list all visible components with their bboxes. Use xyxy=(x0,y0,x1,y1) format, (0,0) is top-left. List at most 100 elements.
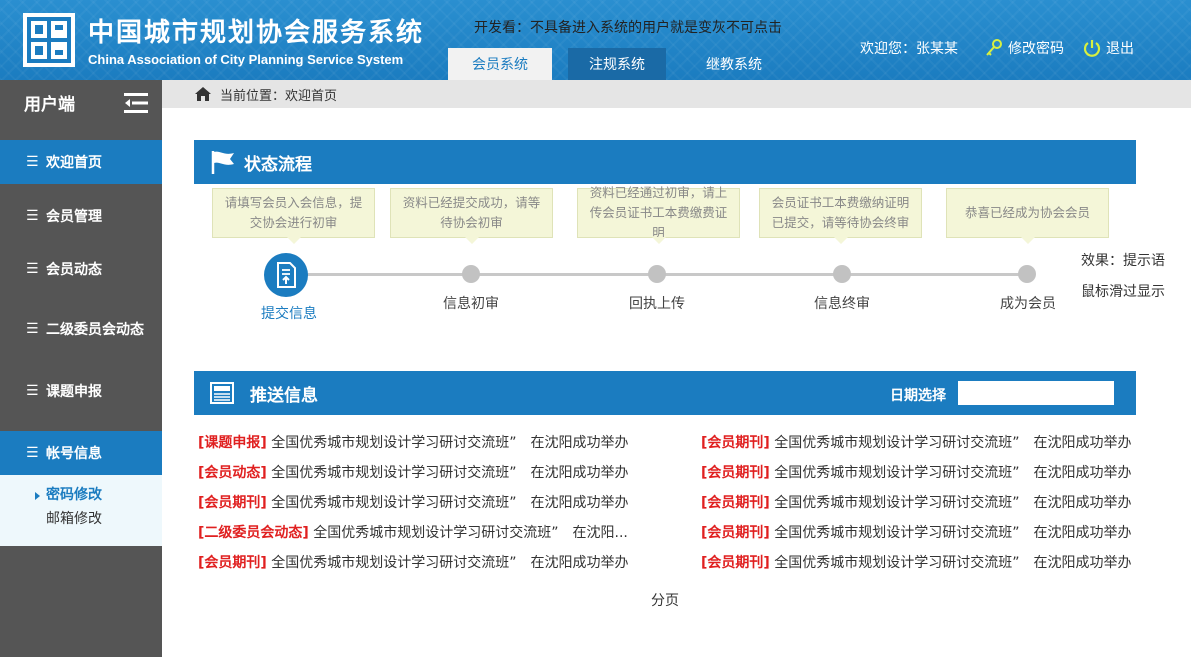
news-tag: [课题申报] xyxy=(198,435,267,451)
step-upload-node[interactable] xyxy=(648,265,666,283)
logout-link[interactable]: 退出 xyxy=(1082,38,1134,58)
change-password-label: 修改密码 xyxy=(1008,41,1064,57)
sidebar-item-label: 欢迎首页 xyxy=(46,155,102,171)
sidebar: 用户端 ☰ 欢迎首页 ☰ 会员管理 ☰ 会员动态 ☰ 二级委员会动态 ☰ 课题申… xyxy=(0,80,162,657)
list-icon: ☰ xyxy=(26,321,39,337)
news-title: 全国优秀城市规划设计学习研讨交流班” 在沈阳成功举办 xyxy=(774,465,1132,481)
news-item[interactable]: [会员期刊] 全国优秀城市规划设计学习研讨交流班” 在沈阳成功举办 xyxy=(198,493,629,523)
news-item[interactable]: [会员期刊] 全国优秀城市规划设计学习研讨交流班” 在沈阳成功举办 xyxy=(198,553,629,583)
list-icon: ☰ xyxy=(26,261,39,277)
news-list-right: [会员期刊] 全国优秀城市规划设计学习研讨交流班” 在沈阳成功举办 [会员期刊]… xyxy=(701,433,1132,583)
step-label: 提交信息 xyxy=(261,306,317,322)
news-title: 全国优秀城市规划设计学习研讨交流班” 在沈阳成功举办 xyxy=(774,435,1132,451)
key-icon xyxy=(986,39,1002,56)
sidebar-item-label: 课题申报 xyxy=(46,384,102,400)
news-tag: [会员期刊] xyxy=(701,525,770,541)
news-tag: [二级委员会动态] xyxy=(198,525,309,541)
step-tooltip: 会员证书工本费缴纳证明已提交，请等待协会终审 xyxy=(759,188,922,244)
news-tag: [会员期刊] xyxy=(701,435,770,451)
account-submenu: 密码修改 邮箱修改 xyxy=(0,475,162,546)
news-tag: [会员期刊] xyxy=(701,555,770,571)
step-member-node[interactable] xyxy=(1018,265,1036,283)
list-icon: ☰ xyxy=(26,154,39,170)
news-title: 全国优秀城市规划设计学习研讨交流班” 在沈阳成功举办 xyxy=(774,525,1132,541)
submenu-item-password[interactable]: 密码修改 xyxy=(46,484,102,504)
step-final-review-node[interactable] xyxy=(833,265,851,283)
news-tag: [会员期刊] xyxy=(701,495,770,511)
step-tooltip: 资料已经通过初审，请上传会员证书工本费缴费证明 xyxy=(577,185,740,244)
app-header: 中国城市规划协会服务系统 China Association of City P… xyxy=(0,0,1191,80)
sidebar-item-label: 会员动态 xyxy=(46,262,102,278)
welcome-text: 欢迎您：张某某 xyxy=(860,41,958,57)
breadcrumb: 当前位置：欢迎首页 xyxy=(162,80,1191,108)
news-tag: [会员动态] xyxy=(198,465,267,481)
power-icon xyxy=(1083,40,1101,57)
sidebar-item-label: 帐号信息 xyxy=(46,446,102,462)
news-tag: [会员期刊] xyxy=(198,495,267,511)
news-title: 全国优秀城市规划设计学习研讨交流班” 在沈阳... xyxy=(313,525,628,541)
status-panel-header: 状态流程 xyxy=(194,140,1136,184)
status-panel-title: 状态流程 xyxy=(244,154,312,175)
breadcrumb-text: 当前位置：欢迎首页 xyxy=(220,88,338,104)
news-item[interactable]: [会员期刊] 全国优秀城市规划设计学习研讨交流班” 在沈阳成功举办 xyxy=(701,553,1132,583)
developer-note: 开发看：不具备进入系统的用户就是变灰不可点击 xyxy=(474,20,782,36)
sidebar-item-account-info[interactable]: ☰ 帐号信息 xyxy=(0,431,162,475)
flag-icon xyxy=(211,151,234,174)
sidebar-item-project-apply[interactable]: ☰ 课题申报 xyxy=(0,369,162,413)
sidebar-item-label: 二级委员会动态 xyxy=(46,322,144,338)
effect-note: 效果：提示语 xyxy=(1081,253,1165,269)
news-list-left: [课题申报] 全国优秀城市规划设计学习研讨交流班” 在沈阳成功举办 [会员动态]… xyxy=(198,433,629,583)
step-tooltip: 资料已经提交成功，请等待协会初审 xyxy=(390,188,553,244)
logout-label: 退出 xyxy=(1106,41,1134,57)
list-icon: ☰ xyxy=(26,445,39,461)
sidebar-item-committee-news[interactable]: ☰ 二级委员会动态 xyxy=(0,307,162,351)
news-item[interactable]: [会员动态] 全国优秀城市规划设计学习研讨交流班” 在沈阳成功举办 xyxy=(198,463,629,493)
step-submit-node[interactable] xyxy=(264,253,308,297)
sidebar-header: 用户端 xyxy=(0,80,162,125)
home-icon[interactable] xyxy=(194,86,212,102)
brand-title-cn: 中国城市规划协会服务系统 xyxy=(88,18,425,48)
pagination[interactable]: 分页 xyxy=(651,590,679,610)
step-tooltip: 请填写会员入会信息，提交协会进行初审 xyxy=(212,188,375,244)
news-item[interactable]: [会员期刊] 全国优秀城市规划设计学习研讨交流班” 在沈阳成功举办 xyxy=(701,463,1132,493)
step-label: 信息终审 xyxy=(814,296,870,312)
submenu-item-email[interactable]: 邮箱修改 xyxy=(46,508,102,528)
change-password-link[interactable]: 修改密码 xyxy=(984,38,1064,58)
push-panel-title: 推送信息 xyxy=(250,385,318,406)
news-title: 全国优秀城市规划设计学习研讨交流班” 在沈阳成功举办 xyxy=(774,555,1132,571)
newspaper-icon xyxy=(210,382,234,404)
triangle-right-icon xyxy=(35,492,40,500)
list-icon: ☰ xyxy=(26,208,39,224)
news-title: 全国优秀城市规划设计学习研讨交流班” 在沈阳成功举办 xyxy=(271,495,629,511)
document-upload-icon xyxy=(277,262,296,288)
news-item[interactable]: [会员期刊] 全国优秀城市规划设计学习研讨交流班” 在沈阳成功举办 xyxy=(701,433,1132,463)
tab-education-system[interactable]: 继教系统 xyxy=(682,48,786,80)
date-picker-label: 日期选择 xyxy=(890,388,946,404)
user-area: 欢迎您：张某某 修改密码 退出 xyxy=(860,38,1152,58)
step-tooltip: 恭喜已经成为协会会员 xyxy=(946,188,1109,244)
news-item[interactable]: [课题申报] 全国优秀城市规划设计学习研讨交流班” 在沈阳成功举办 xyxy=(198,433,629,463)
news-title: 全国优秀城市规划设计学习研讨交流班” 在沈阳成功举办 xyxy=(774,495,1132,511)
news-tag: [会员期刊] xyxy=(701,465,770,481)
sidebar-item-member-management[interactable]: ☰ 会员管理 xyxy=(0,194,162,238)
sidebar-title: 用户端 xyxy=(24,95,75,115)
news-item[interactable]: [会员期刊] 全国优秀城市规划设计学习研讨交流班” 在沈阳成功举办 xyxy=(701,493,1132,523)
sidebar-item-member-news[interactable]: ☰ 会员动态 xyxy=(0,247,162,291)
list-icon: ☰ xyxy=(26,383,39,399)
news-item[interactable]: [二级委员会动态] 全国优秀城市规划设计学习研讨交流班” 在沈阳... xyxy=(198,523,629,553)
tab-registration-system[interactable]: 注规系统 xyxy=(568,48,666,80)
news-title: 全国优秀城市规划设计学习研讨交流班” 在沈阳成功举办 xyxy=(271,435,629,451)
step-label: 成为会员 xyxy=(1000,296,1056,312)
logo-icon xyxy=(23,13,75,67)
news-item[interactable]: [会员期刊] 全国优秀城市规划设计学习研讨交流班” 在沈阳成功举办 xyxy=(701,523,1132,553)
sidebar-item-welcome[interactable]: ☰ 欢迎首页 xyxy=(0,140,162,184)
brand-title-en: China Association of City Planning Servi… xyxy=(88,52,404,67)
collapse-menu-icon[interactable] xyxy=(124,92,148,114)
step-label: 回执上传 xyxy=(629,296,685,312)
date-picker-input[interactable] xyxy=(958,381,1114,405)
sidebar-item-label: 会员管理 xyxy=(46,209,102,225)
system-tabs: 会员系统 注规系统 继教系统 xyxy=(448,48,802,80)
step-review-node[interactable] xyxy=(462,265,480,283)
tab-member-system[interactable]: 会员系统 xyxy=(448,48,552,80)
effect-note: 鼠标滑过显示 xyxy=(1081,284,1165,300)
